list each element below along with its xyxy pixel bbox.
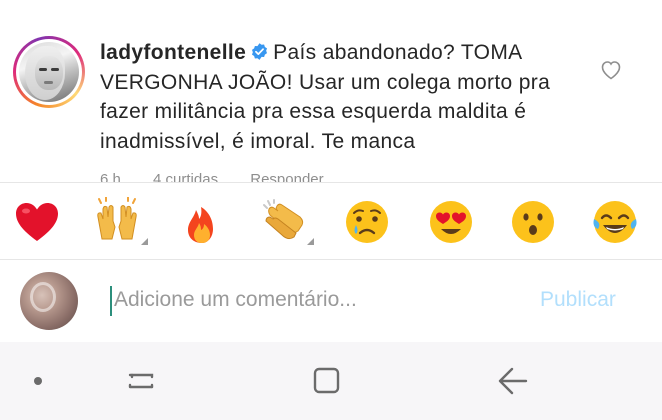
text-caret xyxy=(110,286,112,316)
my-avatar[interactable] xyxy=(20,272,78,330)
dot-icon[interactable] xyxy=(18,364,58,398)
comment-meta: 6 h 4 curtidas Responder xyxy=(100,171,352,182)
emoji-heart-button[interactable] xyxy=(12,197,62,247)
comment-likes[interactable]: 4 curtidas xyxy=(153,171,218,182)
crying-face-icon xyxy=(346,201,388,243)
emoji-fire-button[interactable] xyxy=(177,197,227,247)
avatar-mouth xyxy=(44,81,53,84)
avatar-ring-inner xyxy=(16,39,82,105)
heart-eyes-icon xyxy=(430,201,472,243)
publish-button[interactable]: Publicar xyxy=(540,288,616,312)
avatar-eye-left xyxy=(39,68,47,71)
avatar-eye-right xyxy=(51,68,59,71)
back-icon[interactable] xyxy=(492,364,532,398)
comment-input[interactable] xyxy=(114,282,494,318)
comment-username[interactable]: ladyfontenelle xyxy=(100,41,246,64)
surprised-face-icon xyxy=(512,201,554,243)
variant-indicator-icon xyxy=(307,238,314,245)
avatar-photo xyxy=(19,42,79,102)
emoji-quick-bar xyxy=(0,182,662,260)
tears-of-joy-icon xyxy=(593,201,637,243)
emoji-tears-of-joy-button[interactable] xyxy=(590,197,640,247)
recent-apps-icon[interactable] xyxy=(122,364,162,398)
verified-badge-icon xyxy=(252,43,268,60)
my-avatar-highlight xyxy=(30,282,56,312)
emoji-heart-eyes-button[interactable] xyxy=(426,197,476,247)
emoji-crying-button[interactable] xyxy=(342,197,392,247)
reply-button[interactable]: Responder xyxy=(250,171,323,182)
fire-icon xyxy=(188,207,213,243)
variant-indicator-icon xyxy=(141,238,148,245)
clapping-hands-icon xyxy=(263,199,304,240)
emoji-clapping-button[interactable] xyxy=(258,197,314,247)
commenter-avatar[interactable] xyxy=(13,36,85,108)
emoji-surprised-button[interactable] xyxy=(508,197,558,247)
emoji-raising-hands-button[interactable] xyxy=(92,196,148,247)
android-nav-bar xyxy=(0,342,662,420)
heart-outline-icon[interactable] xyxy=(599,58,623,80)
comment-composer: Publicar xyxy=(0,260,662,342)
avatar-face xyxy=(35,56,63,90)
comment: ladyfontenelle País abandonado? TOMA VER… xyxy=(0,0,662,182)
comment-body: ladyfontenelle País abandonado? TOMA VER… xyxy=(100,38,600,156)
red-heart-icon xyxy=(16,203,58,241)
home-icon[interactable] xyxy=(306,364,346,398)
comment-time: 6 h xyxy=(100,171,121,182)
raising-hands-icon xyxy=(97,196,137,240)
